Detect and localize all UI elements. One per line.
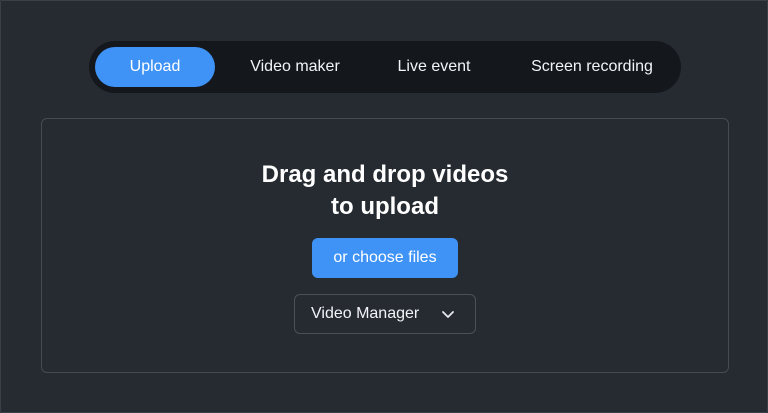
destination-dropdown-value: Video Manager bbox=[311, 305, 420, 322]
choose-files-button[interactable]: or choose files bbox=[312, 238, 458, 278]
dropzone-headline-line-2: to upload bbox=[331, 193, 439, 220]
app-frame: Upload Video maker Live event Screen rec… bbox=[0, 0, 768, 413]
tab-video-maker[interactable]: Video maker bbox=[235, 47, 355, 87]
tab-upload[interactable]: Upload bbox=[95, 47, 215, 87]
chevron-down-icon bbox=[442, 311, 454, 318]
tab-live-event[interactable]: Live event bbox=[379, 47, 489, 87]
dropzone-headline: Drag and drop videos to upload bbox=[42, 159, 728, 223]
tab-screen-recording[interactable]: Screen recording bbox=[513, 47, 671, 87]
dropzone-headline-line-1: Drag and drop videos bbox=[261, 161, 509, 188]
destination-dropdown[interactable]: Video Manager bbox=[294, 294, 476, 334]
upload-mode-tabs: Upload Video maker Live event Screen rec… bbox=[89, 41, 681, 93]
upload-dropzone[interactable]: Drag and drop videos to upload or choose… bbox=[41, 118, 729, 373]
